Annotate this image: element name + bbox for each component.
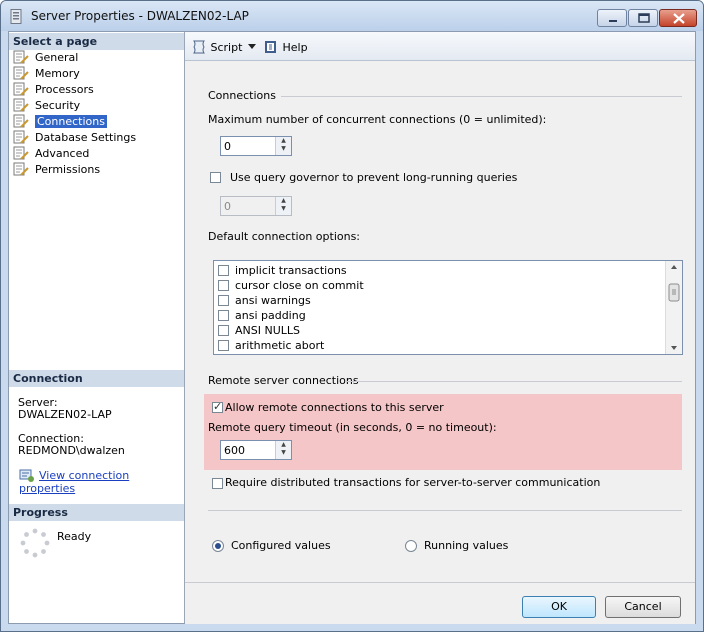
list-item[interactable]: ANSI NULLS: [218, 324, 300, 339]
page-item-database-settings[interactable]: Database Settings: [13, 130, 136, 146]
properties-page-icon: [13, 66, 29, 80]
dialog-client: Select a page General Memory Processors …: [8, 31, 696, 624]
list-item[interactable]: ansi warnings: [218, 294, 311, 309]
spin-up-icon[interactable]: ▲: [276, 137, 291, 145]
query-governor-checkbox[interactable]: [210, 172, 221, 183]
script-dropdown-button[interactable]: [247, 39, 257, 56]
page-item-security[interactable]: Security: [13, 98, 80, 114]
scroll-up-icon[interactable]: [671, 265, 677, 269]
default-options-label: Default connection options:: [208, 230, 361, 243]
script-button[interactable]: Script: [191, 40, 242, 54]
values-divider: [208, 510, 682, 511]
remote-timeout-spinner[interactable]: 600 ▲ ▼: [220, 440, 292, 460]
option-checkbox[interactable]: [218, 265, 229, 276]
progress-spinner-icon: [20, 528, 50, 558]
title-bar[interactable]: Server Properties - DWALZEN02-LAP: [1, 1, 703, 31]
maximize-button[interactable]: [628, 9, 658, 27]
configured-values-label: Configured values: [231, 539, 331, 552]
spin-down-icon[interactable]: ▼: [276, 145, 291, 153]
option-checkbox[interactable]: [218, 310, 229, 321]
max-connections-spinner[interactable]: 0 ▲ ▼: [220, 136, 292, 156]
distributed-transactions-checkbox[interactable]: [212, 478, 223, 489]
spin-down-icon[interactable]: ▼: [276, 205, 291, 213]
remote-divider: [347, 381, 682, 382]
server-value: DWALZEN02-LAP: [18, 408, 112, 421]
cancel-button[interactable]: Cancel: [605, 596, 681, 618]
running-values-label: Running values: [424, 539, 509, 552]
server-icon: [10, 9, 22, 24]
spin-up-icon[interactable]: ▲: [276, 441, 291, 449]
connection-value: REDMOND\dwalzen: [18, 444, 125, 457]
option-checkbox[interactable]: [218, 325, 229, 336]
spin-down-icon[interactable]: ▼: [276, 449, 291, 457]
page-item-processors[interactable]: Processors: [13, 82, 94, 98]
progress-header: Progress: [9, 504, 184, 521]
query-governor-spinner[interactable]: 0 ▲ ▼: [220, 196, 292, 216]
close-button[interactable]: [659, 9, 697, 27]
left-pane: Select a page General Memory Processors …: [9, 32, 185, 623]
page-item-connections[interactable]: Connections: [13, 114, 107, 130]
query-governor-label: Use query governor to prevent long-runni…: [230, 171, 518, 184]
remote-timeout-value: 600: [224, 444, 245, 457]
page-item-permissions[interactable]: Permissions: [13, 162, 100, 178]
page-item-memory[interactable]: Memory: [13, 66, 80, 82]
view-connection-properties[interactable]: View connection properties: [19, 468, 184, 495]
window-title: Server Properties - DWALZEN02-LAP: [31, 9, 249, 23]
properties-page-icon: [13, 130, 29, 144]
dialog-footer: OK Cancel: [185, 582, 695, 624]
list-item[interactable]: ansi padding: [218, 309, 306, 324]
running-values-radio[interactable]: [405, 540, 417, 552]
toolbar: Script Help: [185, 32, 695, 61]
properties-page-icon: [13, 82, 29, 96]
chevron-down-icon: [248, 44, 256, 49]
scroll-down-icon[interactable]: [671, 346, 677, 350]
distributed-transactions-label: Require distributed transactions for ser…: [225, 476, 601, 489]
help-icon: [265, 41, 276, 53]
properties-page-icon: [13, 98, 29, 112]
properties-page-icon: [13, 114, 29, 128]
option-checkbox[interactable]: [218, 295, 229, 306]
minimize-button[interactable]: [597, 9, 627, 27]
page-item-advanced[interactable]: Advanced: [13, 146, 89, 162]
close-icon: [673, 13, 685, 24]
properties-page-icon: [13, 50, 29, 64]
properties-page-icon: [13, 162, 29, 176]
minimize-icon: [609, 20, 617, 22]
ok-button[interactable]: OK: [522, 596, 596, 618]
right-pane: Script Help Connections Maximum number o…: [185, 32, 695, 623]
connections-divider: [281, 96, 682, 97]
maximize-icon: [638, 13, 650, 23]
allow-remote-checkbox[interactable]: [212, 400, 223, 413]
script-icon: [193, 40, 205, 54]
progress-status: Ready: [57, 530, 92, 543]
list-scrollbar[interactable]: [665, 261, 682, 354]
default-options-list[interactable]: implicit transactions cursor close on co…: [213, 260, 683, 355]
help-button[interactable]: Help: [263, 40, 308, 54]
max-connections-value: 0: [224, 140, 231, 153]
option-checkbox[interactable]: [218, 280, 229, 291]
query-governor-value: 0: [224, 200, 231, 213]
select-page-header: Select a page: [9, 33, 184, 50]
properties-page-icon: [13, 146, 29, 160]
allow-remote-label: Allow remote connections to this server: [225, 401, 444, 414]
connection-properties-icon: [19, 469, 34, 482]
max-connections-label: Maximum number of concurrent connections…: [208, 113, 547, 126]
configured-values-radio[interactable]: [212, 540, 224, 552]
list-item[interactable]: implicit transactions: [218, 264, 347, 279]
spin-up-icon[interactable]: ▲: [276, 197, 291, 205]
remote-group-label: Remote server connections: [208, 374, 359, 387]
connections-group-label: Connections: [208, 89, 276, 102]
list-item[interactable]: arithmetic abort: [218, 339, 324, 354]
server-properties-window: Server Properties - DWALZEN02-LAP Select…: [0, 0, 704, 632]
list-item[interactable]: cursor close on commit: [218, 279, 364, 294]
remote-timeout-label: Remote query timeout (in seconds, 0 = no…: [208, 421, 497, 434]
option-checkbox[interactable]: [218, 340, 229, 351]
connection-header: Connection: [9, 370, 184, 387]
page-item-general[interactable]: General: [13, 50, 78, 66]
